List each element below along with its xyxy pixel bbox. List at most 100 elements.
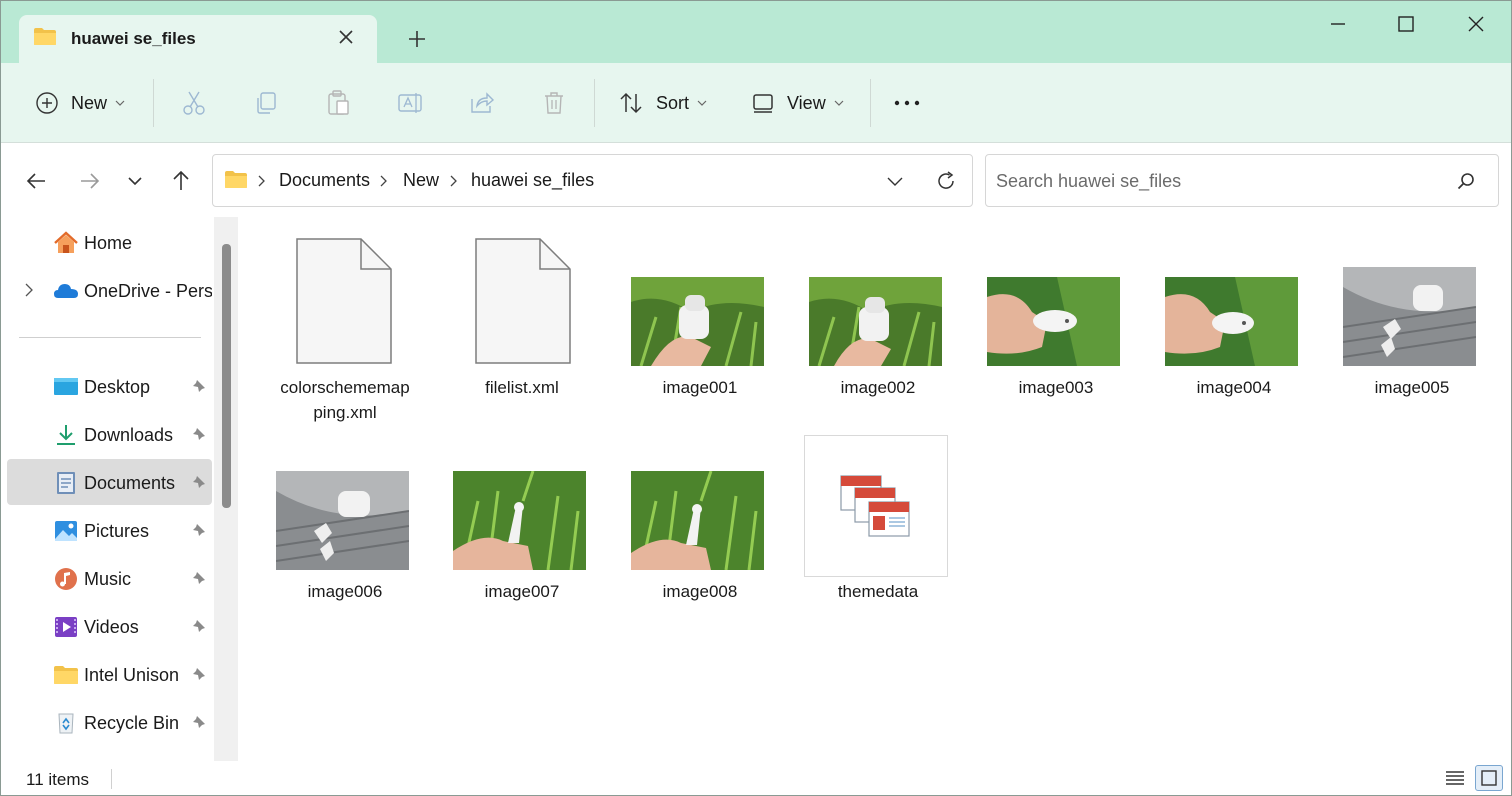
delete-icon[interactable] — [540, 89, 568, 117]
documents-icon — [57, 472, 75, 494]
breadcrumb-documents[interactable]: Documents — [279, 170, 370, 191]
refresh-icon[interactable] — [934, 169, 958, 193]
cut-icon[interactable] — [180, 89, 208, 117]
pin-icon[interactable] — [191, 666, 207, 682]
chevron-right-icon — [450, 175, 457, 187]
file-item-image002[interactable]: image002 — [804, 233, 952, 423]
image-thumbnail — [1165, 277, 1298, 366]
videos-icon — [55, 617, 77, 637]
sort-button[interactable]: Sort — [618, 85, 707, 121]
sidebar-item-music[interactable]: Music — [7, 555, 212, 601]
paste-icon[interactable] — [324, 89, 352, 117]
sidebar-item-pictures[interactable]: Pictures — [7, 507, 212, 553]
pin-icon[interactable] — [191, 618, 207, 634]
separator — [153, 79, 154, 127]
chevron-right-icon — [380, 175, 387, 187]
chevron-down-icon — [115, 100, 125, 106]
pin-icon[interactable] — [191, 474, 207, 490]
copy-icon[interactable] — [252, 89, 280, 117]
image-thumbnail — [631, 471, 764, 570]
file-item-image001[interactable]: image001 — [626, 233, 774, 423]
file-item-image005[interactable]: image005 — [1338, 233, 1486, 423]
sidebar-item-label: Downloads — [84, 425, 174, 445]
file-item-image003[interactable]: image003 — [982, 233, 1130, 423]
maximize-icon[interactable] — [1391, 11, 1421, 37]
file-name: filelist.xml — [485, 378, 559, 397]
tab-huawei-se-files[interactable]: huawei se_files — [19, 15, 377, 63]
downloads-icon — [57, 425, 75, 445]
home-icon — [54, 231, 78, 253]
sort-icon — [620, 92, 642, 114]
command-bar: New Sort View — [1, 63, 1511, 143]
up-arrow-icon[interactable] — [167, 167, 195, 195]
pin-icon[interactable] — [191, 426, 207, 442]
xml-file-icon — [475, 238, 571, 364]
new-button[interactable]: New — [35, 85, 125, 121]
pin-icon[interactable] — [191, 714, 207, 730]
close-icon[interactable] — [335, 26, 357, 48]
sidebar-item-label: Documents — [84, 473, 176, 493]
file-item-image004[interactable]: image004 — [1160, 233, 1308, 423]
share-icon[interactable] — [468, 89, 496, 117]
image-thumbnail — [276, 471, 409, 570]
image-thumbnail — [987, 277, 1120, 366]
chevron-down-icon[interactable] — [885, 171, 905, 191]
sidebar-item-videos[interactable]: Videos — [7, 603, 212, 649]
sidebar-item-label: OneDrive - Personal — [84, 281, 212, 301]
pin-icon[interactable] — [191, 522, 207, 538]
sidebar-item-documents[interactable]: Documents — [7, 459, 212, 505]
search-icon[interactable] — [1456, 171, 1476, 191]
xml-file-icon — [296, 238, 392, 364]
plus-icon[interactable] — [405, 27, 429, 51]
file-name: image003 — [1018, 378, 1094, 397]
sidebar-divider — [19, 337, 201, 338]
separator — [594, 79, 595, 127]
file-list: colorschememap ping.xml filelist.xml ima… — [241, 217, 1511, 761]
folder-icon — [34, 28, 56, 45]
sidebar-item-recycle-bin[interactable]: Recycle Bin — [7, 699, 212, 745]
search-input[interactable] — [996, 168, 1446, 194]
rename-icon[interactable] — [396, 89, 424, 117]
details-view-icon[interactable] — [1441, 765, 1469, 791]
file-item-image006[interactable]: image006 — [271, 435, 419, 625]
more-options-icon[interactable] — [893, 89, 921, 117]
image-thumbnail — [631, 277, 764, 366]
folder-icon — [54, 666, 78, 684]
recent-locations-chevron-icon[interactable] — [121, 167, 149, 195]
sidebar-item-desktop[interactable]: Desktop — [7, 363, 212, 409]
sidebar-item-downloads[interactable]: Downloads — [7, 411, 212, 457]
close-window-icon[interactable] — [1461, 11, 1491, 37]
search-box[interactable] — [985, 154, 1499, 207]
view-button[interactable]: View — [751, 85, 844, 121]
sidebar-item-intel-unison[interactable]: Intel Unison — [7, 651, 212, 697]
recycle-bin-icon — [58, 713, 74, 734]
minimize-icon[interactable] — [1323, 11, 1353, 37]
file-name: image005 — [1374, 378, 1450, 397]
file-name: image007 — [484, 582, 560, 601]
separator — [870, 79, 871, 127]
sidebar-scrollbar-thumb[interactable] — [222, 244, 231, 508]
pin-icon[interactable] — [191, 378, 207, 394]
breadcrumb-huawei-se-files[interactable]: huawei se_files — [471, 170, 594, 191]
sidebar-item-label: Desktop — [84, 377, 151, 397]
image-thumbnail — [1343, 267, 1476, 366]
sidebar-item-onedrive[interactable]: OneDrive - Personal — [7, 267, 212, 313]
breadcrumb-new[interactable]: New — [403, 170, 439, 191]
pin-icon[interactable] — [191, 570, 207, 586]
chevron-down-icon — [697, 100, 707, 106]
back-arrow-icon[interactable] — [23, 167, 51, 195]
large-icons-view-button[interactable] — [1475, 765, 1503, 791]
file-item-colorschememapping[interactable]: colorschememap ping.xml — [271, 233, 419, 423]
pictures-icon — [55, 521, 77, 541]
file-item-image008[interactable]: image008 — [626, 435, 774, 625]
sidebar-item-home[interactable]: Home — [7, 219, 212, 265]
sidebar-item-label: Videos — [84, 617, 139, 637]
file-item-image007[interactable]: image007 — [448, 435, 596, 625]
file-name: image006 — [307, 582, 383, 601]
forward-arrow-icon[interactable] — [76, 167, 104, 195]
file-item-filelist[interactable]: filelist.xml — [448, 233, 596, 423]
sort-label: Sort — [656, 92, 690, 113]
file-item-themedata[interactable] — [804, 435, 948, 577]
image-thumbnail — [809, 277, 942, 366]
address-bar[interactable]: Documents New huawei se_files — [212, 154, 973, 207]
